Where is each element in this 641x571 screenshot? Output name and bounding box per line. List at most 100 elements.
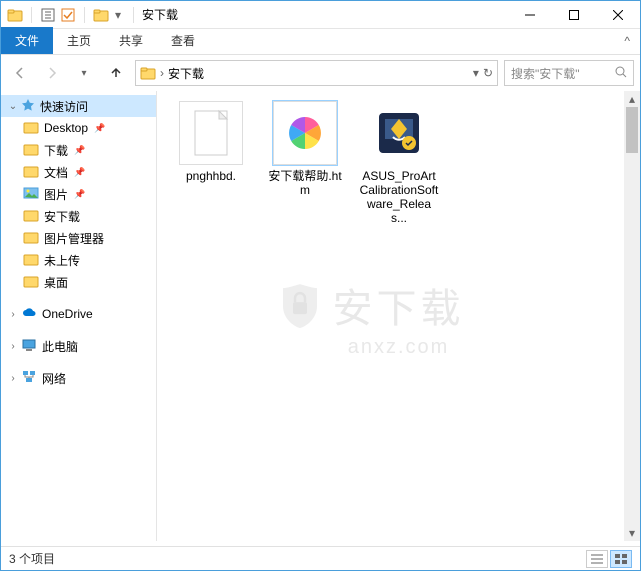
folder-icon — [7, 7, 23, 23]
file-name: pnghhbd. — [171, 169, 251, 183]
close-button[interactable] — [596, 1, 640, 29]
separator — [133, 7, 134, 23]
address-bar[interactable]: › 安下载 ▾ ↻ — [135, 60, 498, 86]
folder-icon — [140, 65, 156, 81]
folder-icon — [23, 251, 39, 270]
pin-icon: 📌 — [74, 189, 85, 200]
window-title: 安下载 — [142, 6, 178, 23]
tree-item-pictures[interactable]: 图片📌 — [1, 183, 156, 205]
ribbon-tabs: 文件 主页 共享 查看 ^ — [1, 29, 640, 55]
nav-tree[interactable]: ⌄ 快速访问 Desktop📌 下载📌 文档📌 图片📌 安下载 图片管理器 未上… — [1, 91, 157, 541]
watermark-text-cn: 安下载 — [333, 276, 465, 334]
up-button[interactable] — [103, 60, 129, 86]
file-thumbnail — [179, 101, 243, 165]
folder-icon — [23, 163, 39, 182]
file-pane[interactable]: pnghhbd. 安下载帮助.htm ASUS_ProArtCalibratio… — [157, 91, 640, 541]
tree-item-picmgr[interactable]: 图片管理器 — [1, 227, 156, 249]
refresh-button[interactable]: ↻ — [483, 66, 493, 80]
tree-label: OneDrive — [42, 307, 93, 321]
tree-item-anxz[interactable]: 安下载 — [1, 205, 156, 227]
folder-icon — [23, 119, 39, 138]
folder-icon — [23, 229, 39, 248]
vertical-scrollbar[interactable]: ▴ ▾ — [624, 91, 640, 541]
folder-icon — [93, 7, 109, 23]
tree-onedrive[interactable]: › OneDrive — [1, 303, 156, 325]
item-count: 3 个项目 — [9, 550, 55, 567]
tree-item-downloads[interactable]: 下载 📌 — [1, 139, 156, 161]
file-item[interactable]: pnghhbd. — [171, 101, 251, 183]
search-placeholder: 搜索"安下载" — [511, 65, 611, 82]
details-view-button[interactable] — [586, 550, 608, 568]
tree-label: 桌面 — [44, 274, 68, 291]
watermark-text-en: anxz.com — [333, 336, 465, 359]
recent-dropdown[interactable]: ▾ — [71, 60, 97, 86]
file-thumbnail — [367, 101, 431, 165]
scroll-track[interactable] — [624, 107, 640, 525]
search-icon — [615, 66, 627, 81]
tree-item-unuploaded[interactable]: 未上传 — [1, 249, 156, 271]
folder-icon — [23, 207, 39, 226]
tree-this-pc[interactable]: › 此电脑 — [1, 335, 156, 357]
tree-label: 未上传 — [44, 252, 80, 269]
minimize-button[interactable] — [508, 1, 552, 29]
pictures-icon — [23, 185, 39, 204]
tree-item-desktop2[interactable]: 桌面 — [1, 271, 156, 293]
pin-icon: 📌 — [74, 167, 85, 178]
tree-label: 安下载 — [44, 208, 80, 225]
expand-icon[interactable]: › — [7, 341, 19, 352]
network-icon — [21, 369, 37, 388]
file-name: ASUS_ProArtCalibrationSoftware_Releas... — [359, 169, 439, 225]
ribbon-expand-button[interactable]: ^ — [614, 28, 640, 54]
maximize-button[interactable] — [552, 1, 596, 29]
qat-dropdown-icon[interactable]: ▾ — [113, 8, 123, 22]
properties-icon[interactable] — [40, 7, 56, 23]
tree-label: 文档 — [44, 164, 68, 181]
expand-icon[interactable]: › — [7, 373, 19, 384]
tab-home[interactable]: 主页 — [53, 27, 105, 54]
tree-quick-access[interactable]: ⌄ 快速访问 — [1, 95, 156, 117]
tab-share[interactable]: 共享 — [105, 27, 157, 54]
status-bar: 3 个项目 — [1, 546, 640, 570]
tab-view[interactable]: 查看 — [157, 27, 209, 54]
separator — [84, 7, 85, 23]
back-button[interactable] — [7, 60, 33, 86]
watermark-icon — [277, 280, 323, 335]
tree-item-desktop[interactable]: Desktop📌 — [1, 117, 156, 139]
tree-label: 图片管理器 — [44, 230, 104, 247]
icons-view-button[interactable] — [610, 550, 632, 568]
tree-item-documents[interactable]: 文档 📌 — [1, 161, 156, 183]
view-switcher — [586, 550, 632, 568]
tree-label: 快速访问 — [40, 98, 88, 115]
folder-icon — [23, 273, 39, 292]
scroll-up-button[interactable]: ▴ — [624, 91, 640, 107]
qat: ▾ — [1, 7, 129, 23]
pc-icon — [21, 337, 37, 356]
file-list: pnghhbd. 安下载帮助.htm ASUS_ProArtCalibratio… — [157, 91, 640, 235]
tree-label: 网络 — [42, 370, 66, 387]
breadcrumb-current[interactable]: 安下载 — [168, 65, 204, 82]
pin-icon: 📌 — [74, 145, 85, 156]
forward-button[interactable] — [39, 60, 65, 86]
chevron-right-icon[interactable]: › — [156, 66, 168, 80]
tab-file[interactable]: 文件 — [1, 27, 53, 54]
window-controls — [508, 1, 640, 29]
address-dropdown-icon[interactable]: ▾ — [473, 66, 479, 80]
star-icon — [21, 98, 35, 115]
collapse-icon[interactable]: ⌄ — [7, 101, 19, 112]
search-input[interactable]: 搜索"安下载" — [504, 60, 634, 86]
scroll-down-button[interactable]: ▾ — [624, 525, 640, 541]
file-item[interactable]: ASUS_ProArtCalibrationSoftware_Releas... — [359, 101, 439, 225]
expand-icon[interactable]: › — [7, 309, 19, 320]
tree-label: 下载 — [44, 142, 68, 159]
watermark: 安下载 anxz.com — [333, 276, 465, 359]
file-item[interactable]: 安下载帮助.htm — [265, 101, 345, 197]
main-area: ⌄ 快速访问 Desktop📌 下载📌 文档📌 图片📌 安下载 图片管理器 未上… — [1, 91, 640, 541]
title-bar: ▾ 安下载 — [1, 1, 640, 29]
tree-network[interactable]: › 网络 — [1, 367, 156, 389]
checkbox-icon[interactable] — [60, 7, 76, 23]
tree-label: Desktop — [44, 121, 88, 135]
folder-icon — [23, 141, 39, 160]
separator — [31, 7, 32, 23]
tree-label: 此电脑 — [42, 338, 78, 355]
scroll-thumb[interactable] — [626, 107, 638, 153]
